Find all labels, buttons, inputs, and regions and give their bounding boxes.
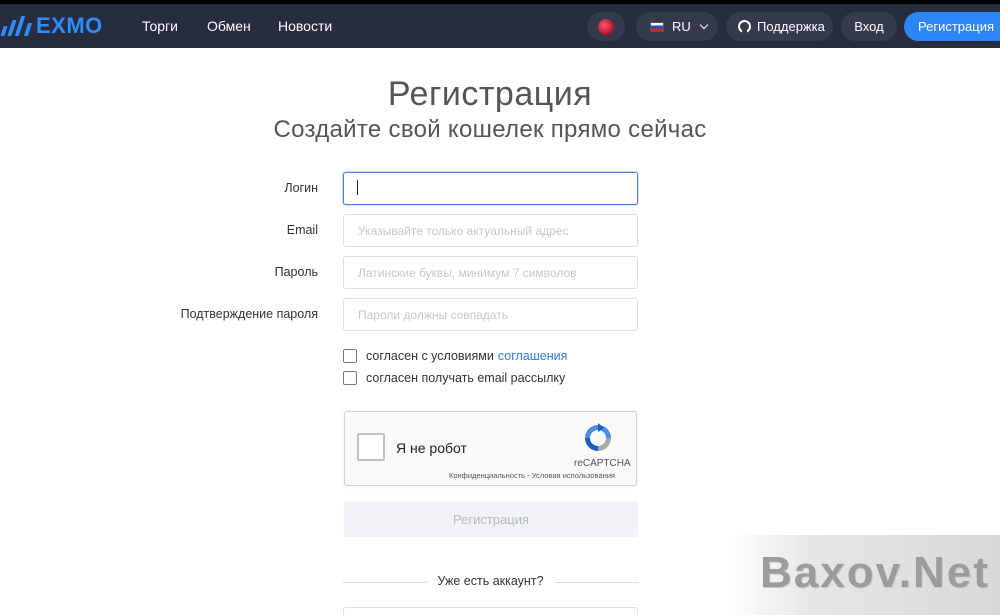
register-button[interactable]: Регистрация	[904, 12, 1000, 41]
russia-flag-icon	[650, 21, 664, 32]
email-input[interactable]	[343, 214, 638, 247]
support-button[interactable]: Поддержка	[726, 12, 833, 41]
confirm-password-label: Подтверждение пароля	[180, 307, 318, 321]
agreement-link[interactable]: соглашения	[498, 349, 568, 363]
ball-icon	[598, 18, 614, 35]
text-caret	[357, 180, 358, 195]
newsletter-row: согласен получать email рассылку	[343, 371, 565, 385]
password-input[interactable]	[343, 256, 638, 289]
recaptcha-footer-links[interactable]: Конфиденциальность - Условия использован…	[449, 471, 615, 480]
newsletter-text: согласен получать email рассылку	[366, 371, 566, 385]
login-label: Логин	[284, 181, 318, 195]
login-link-button[interactable]	[343, 607, 638, 615]
support-label: Поддержка	[757, 19, 825, 34]
language-selector[interactable]: RU	[636, 12, 718, 41]
headset-icon	[738, 20, 751, 34]
login-button[interactable]: Вход	[841, 12, 897, 41]
have-account-text: Уже есть аккаунт?	[437, 574, 544, 588]
recaptcha-checkbox[interactable]	[357, 433, 385, 461]
recaptcha-brand: reCAPTCHA	[574, 458, 631, 469]
recaptcha-widget: Я не робот reCAPTCHA Конфиденциальность …	[344, 411, 637, 486]
login-label: Вход	[854, 19, 884, 34]
recaptcha-label: Я не робот	[396, 440, 467, 456]
logo-text: EXMO	[36, 13, 103, 38]
page-title: Регистрация	[387, 75, 593, 113]
submit-registration-button[interactable]: Регистрация	[344, 501, 638, 537]
chevron-down-icon	[699, 20, 709, 29]
password-label: Пароль	[274, 265, 318, 279]
newsletter-checkbox[interactable]	[343, 371, 357, 385]
register-label: Регистрация	[918, 19, 994, 34]
email-label: Email	[286, 223, 318, 237]
agree-terms-row: согласен с условиями соглашения	[343, 349, 567, 363]
nav-trade[interactable]: Торги	[142, 18, 178, 34]
header: EXMO Торги Обмен Новости RU Поддержка Вх…	[0, 4, 1000, 48]
login-input[interactable]	[343, 172, 638, 205]
nav-exchange[interactable]: Обмен	[207, 18, 251, 34]
confirm-password-input[interactable]	[343, 298, 638, 331]
logo-bars-icon	[0, 15, 33, 37]
language-label: RU	[672, 19, 691, 34]
page-subtitle: Создайте свой кошелек прямо сейчас	[273, 116, 707, 143]
recaptcha-logo-icon	[585, 423, 611, 451]
logo[interactable]: EXMO	[0, 12, 103, 40]
agree-terms-text: согласен с условиями	[366, 349, 494, 363]
theme-toggle-button[interactable]	[587, 12, 625, 41]
agree-terms-checkbox[interactable]	[343, 349, 357, 363]
watermark: Baxov.Net	[760, 548, 990, 597]
nav-news[interactable]: Новости	[278, 18, 332, 34]
